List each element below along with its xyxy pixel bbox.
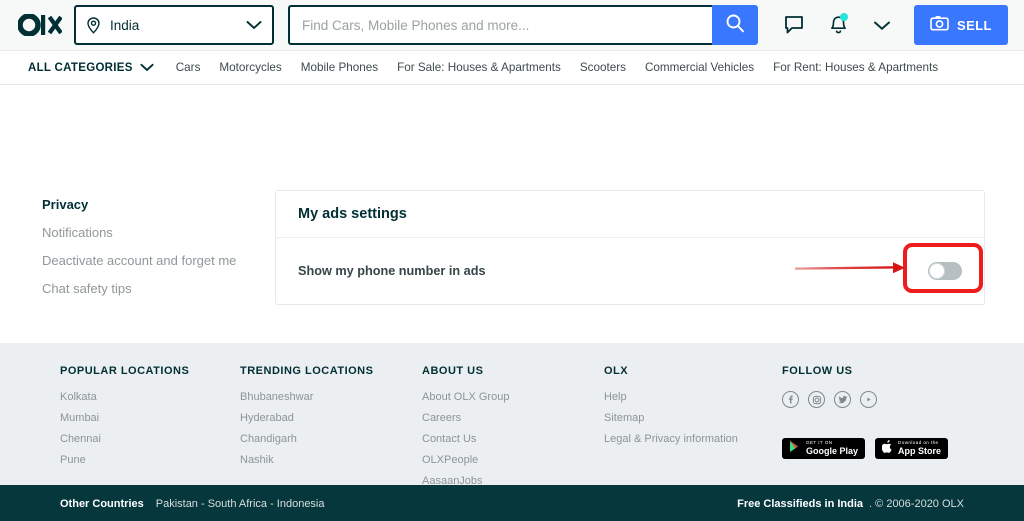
twitter-icon[interactable] — [834, 391, 851, 408]
category-item-motorcycles[interactable]: Motorcycles — [219, 61, 281, 74]
search-button[interactable] — [712, 5, 758, 45]
footer-link[interactable]: Kolkata — [60, 391, 240, 403]
google-play-badge[interactable]: GET IT ON Google Play — [782, 438, 866, 459]
footer-link[interactable]: Hyderabad — [240, 412, 422, 424]
setting-label: Show my phone number in ads — [298, 264, 486, 278]
footer-column-title: TRENDING LOCATIONS — [240, 365, 374, 377]
all-categories-button[interactable]: ALL CATEGORIES — [28, 59, 154, 77]
badge-big-text: Google Play — [806, 445, 859, 456]
category-item-cars[interactable]: Cars — [176, 61, 201, 74]
instagram-icon[interactable] — [808, 391, 825, 408]
footer-link[interactable]: Bhubaneshwar — [240, 391, 422, 403]
toggle-knob — [929, 263, 945, 279]
search-bar — [288, 5, 758, 45]
category-item-mobile-phones[interactable]: Mobile Phones — [301, 61, 378, 74]
footer-column-trending-locations: TRENDING LOCATIONS Bhubaneshwar Hyderaba… — [240, 365, 422, 496]
facebook-icon[interactable] — [782, 391, 799, 408]
category-item-for-rent-houses[interactable]: For Rent: Houses & Apartments — [773, 61, 938, 74]
footer-column-popular-locations: POPULAR LOCATIONS Kolkata Mumbai Chennai… — [60, 365, 240, 496]
chevron-down-icon — [140, 59, 154, 77]
olx-settings-page: India Find Cars, Mobile Phones and more.… — [0, 0, 1024, 521]
location-pin-icon — [86, 16, 101, 34]
show-phone-number-toggle[interactable] — [928, 262, 962, 280]
setting-row-show-phone: Show my phone number in ads — [276, 238, 984, 304]
bell-icon[interactable] — [816, 3, 860, 47]
badge-big-text: App Store — [898, 445, 942, 456]
footer-link[interactable]: Sitemap — [604, 412, 782, 424]
search-input[interactable] — [288, 5, 712, 45]
sidebar-item-notifications[interactable]: Notifications — [42, 225, 272, 240]
site-footer: POPULAR LOCATIONS Kolkata Mumbai Chennai… — [0, 343, 1024, 487]
sidebar-item-privacy[interactable]: Privacy — [42, 197, 272, 212]
footer-column-title: ABOUT US — [422, 365, 484, 377]
footer-link[interactable]: Careers — [422, 412, 604, 424]
category-bar: ALL CATEGORIES Cars Motorcycles Mobile P… — [0, 51, 1024, 85]
footer-link[interactable]: Mumbai — [60, 412, 240, 424]
header-icon-group — [772, 3, 904, 47]
location-select[interactable]: India — [74, 5, 274, 45]
sidebar-item-deactivate-account[interactable]: Deactivate account and forget me — [42, 253, 272, 268]
card-title: My ads settings — [298, 206, 407, 222]
sell-button[interactable]: SELL — [914, 5, 1008, 45]
copyright-text: . © 2006-2020 OLX — [869, 498, 964, 510]
app-store-badge[interactable]: Download on the App Store — [875, 438, 949, 459]
location-value: India — [110, 17, 140, 33]
social-icon-row — [782, 391, 948, 408]
footer-link[interactable]: Contact Us — [422, 433, 604, 445]
footer-link[interactable]: Legal & Privacy information — [604, 433, 782, 445]
toggle-cell — [928, 262, 962, 280]
footer-link[interactable]: Pune — [60, 454, 240, 466]
footer-column-title: OLX — [604, 365, 629, 377]
footer-link[interactable]: About OLX Group — [422, 391, 604, 403]
free-classifieds-label: Free Classifieds in India — [737, 498, 864, 510]
footer-link[interactable]: Help — [604, 391, 782, 403]
footer-column-title: POPULAR LOCATIONS — [60, 365, 190, 377]
footer-link[interactable]: Chennai — [60, 433, 240, 445]
search-icon — [725, 13, 745, 38]
category-item-commercial-vehicles[interactable]: Commercial Vehicles — [645, 61, 754, 74]
footer-column-title: FOLLOW US — [782, 365, 853, 377]
chat-icon[interactable] — [772, 3, 816, 47]
my-ads-settings-card: My ads settings Show my phone number in … — [275, 190, 985, 305]
chevron-down-icon[interactable] — [860, 3, 904, 47]
main-content: Privacy Notifications Deactivate account… — [0, 85, 1024, 373]
sidebar-item-chat-safety-tips[interactable]: Chat safety tips — [42, 281, 272, 296]
card-header: My ads settings — [276, 191, 984, 238]
footer-link[interactable]: Nashik — [240, 454, 422, 466]
category-item-scooters[interactable]: Scooters — [580, 61, 626, 74]
sell-label: SELL — [957, 17, 992, 33]
site-header: India Find Cars, Mobile Phones and more.… — [0, 0, 1024, 51]
footer-column-follow-us: FOLLOW US GET IT ON Google Play Download… — [782, 365, 949, 496]
chevron-down-icon — [246, 20, 262, 30]
footer-link[interactable]: Chandigarh — [240, 433, 422, 445]
all-categories-label: ALL CATEGORIES — [28, 61, 133, 74]
youtube-icon[interactable] — [860, 391, 877, 408]
apple-icon — [881, 439, 893, 458]
camera-icon — [930, 15, 949, 36]
settings-sidebar: Privacy Notifications Deactivate account… — [42, 197, 272, 309]
copyright-group: Free Classifieds in India . © 2006-2020 … — [737, 498, 964, 510]
footer-link[interactable]: AasaanJobs — [422, 475, 604, 487]
footer-column-about-us: ABOUT US About OLX Group Careers Contact… — [422, 365, 604, 496]
footer-link[interactable]: OLXPeople — [422, 454, 604, 466]
category-item-for-sale-houses[interactable]: For Sale: Houses & Apartments — [397, 61, 561, 74]
olx-logo[interactable] — [14, 14, 66, 36]
app-store-badges: GET IT ON Google Play Download on the Ap… — [782, 438, 949, 459]
footer-column-olx: OLX Help Sitemap Legal & Privacy informa… — [604, 365, 782, 496]
other-countries-list[interactable]: Pakistan - South Africa - Indonesia — [156, 498, 325, 510]
notification-badge — [840, 13, 848, 21]
footer-columns: POPULAR LOCATIONS Kolkata Mumbai Chennai… — [0, 365, 1024, 496]
google-play-icon — [789, 440, 801, 458]
other-countries-label: Other Countries — [60, 498, 144, 510]
other-countries-group: Other Countries Pakistan - South Africa … — [60, 498, 325, 510]
